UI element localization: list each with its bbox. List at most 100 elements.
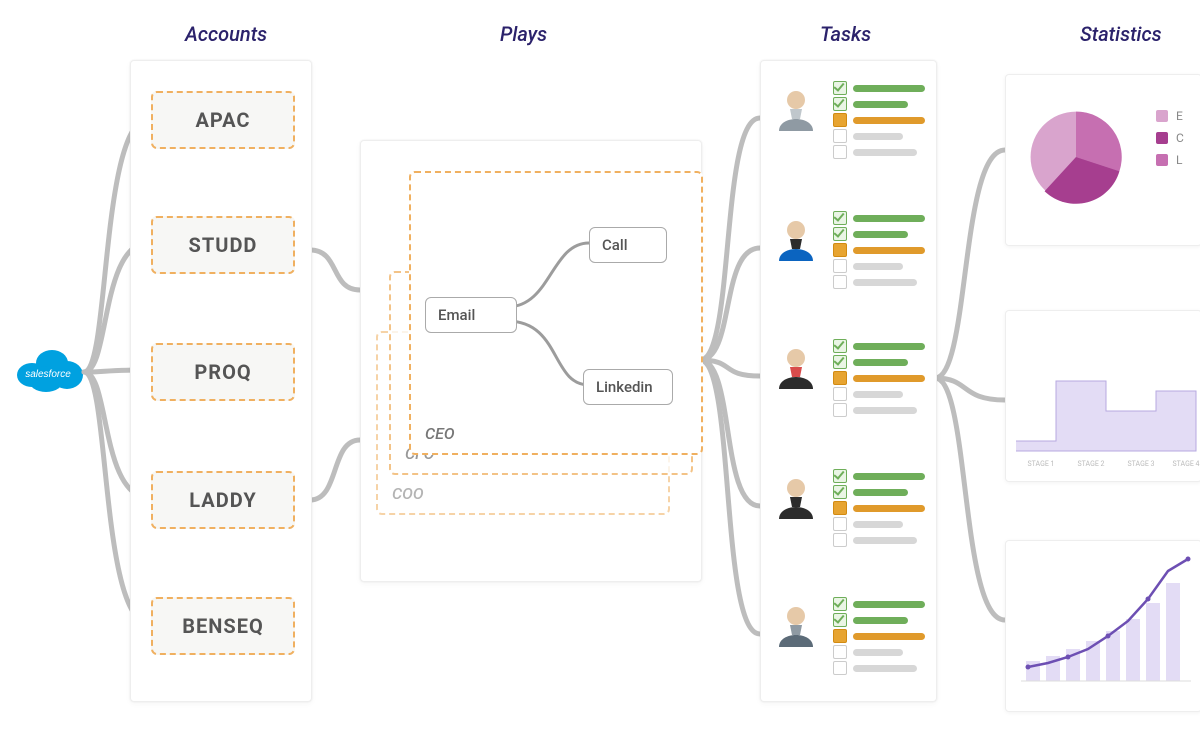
checkbox-done-icon (833, 211, 847, 225)
task-bar (853, 343, 925, 350)
avatar-icon (773, 215, 819, 261)
checkbox-empty-icon (833, 403, 847, 417)
task-line (833, 487, 925, 497)
task-checklist (833, 213, 925, 293)
task-line (833, 99, 925, 109)
task-bar (853, 537, 917, 544)
task-bar (853, 601, 925, 608)
task-bar (853, 231, 908, 238)
avatar-icon (773, 473, 819, 519)
task-bar (853, 391, 903, 398)
task-bar (853, 505, 925, 512)
task-person[interactable] (771, 211, 926, 311)
header-tasks: Tasks (820, 22, 871, 46)
task-line (833, 471, 925, 481)
accounts-panel: APAC STUDD PROQ LADDY BENSEQ (130, 60, 312, 702)
checkbox-empty-icon (833, 645, 847, 659)
account-item[interactable]: BENSEQ (151, 597, 295, 655)
checkbox-pending-icon (833, 113, 847, 127)
svg-text:STAGE 3: STAGE 3 (1127, 460, 1154, 468)
checkbox-empty-icon (833, 275, 847, 289)
task-bar (853, 633, 925, 640)
checkbox-done-icon (833, 613, 847, 627)
svg-text:STAGE 2: STAGE 2 (1077, 460, 1104, 468)
svg-text:salesforce: salesforce (25, 369, 71, 380)
checkbox-done-icon (833, 469, 847, 483)
header-plays: Plays (500, 22, 547, 46)
checkbox-done-icon (833, 355, 847, 369)
task-bar (853, 263, 903, 270)
stat-card-pie[interactable]: E C L (1005, 74, 1200, 246)
checkbox-empty-icon (833, 129, 847, 143)
play-node-email[interactable]: Email (425, 297, 517, 333)
task-bar (853, 101, 908, 108)
task-checklist (833, 471, 925, 551)
play-role-label: CEO (425, 424, 455, 443)
task-line (833, 373, 925, 383)
task-line (833, 277, 925, 287)
play-node-call[interactable]: Call (589, 227, 667, 263)
play-node-linkedin[interactable]: Linkedin (583, 369, 673, 405)
task-bar (853, 617, 908, 624)
play-card-ceo[interactable]: Email Call Linkedin CEO (409, 171, 703, 455)
task-bar (853, 489, 908, 496)
tasks-panel (760, 60, 937, 702)
task-line (833, 389, 925, 399)
task-line (833, 147, 925, 157)
task-person[interactable] (771, 469, 926, 569)
task-line (833, 229, 925, 239)
checkbox-pending-icon (833, 629, 847, 643)
trend-chart-icon (1006, 541, 1200, 711)
account-item[interactable]: PROQ (151, 343, 295, 401)
task-line (833, 647, 925, 657)
task-bar (853, 665, 917, 672)
legend-item: C (1156, 131, 1184, 145)
svg-text:STAGE 4: STAGE 4 (1172, 460, 1199, 468)
task-line (833, 519, 925, 529)
pie-chart-icon (1016, 97, 1136, 217)
header-statistics: Statistics (1080, 22, 1162, 46)
stat-card-stages[interactable]: STAGE 1 STAGE 2 STAGE 3 STAGE 4 (1005, 310, 1200, 482)
task-line (833, 503, 925, 513)
account-item[interactable]: LADDY (151, 471, 295, 529)
header-accounts: Accounts (185, 22, 267, 46)
avatar-icon (773, 601, 819, 647)
task-person[interactable] (771, 81, 926, 181)
avatar-icon (773, 85, 819, 131)
avatar-icon (773, 343, 819, 389)
checkbox-pending-icon (833, 501, 847, 515)
task-person[interactable] (771, 339, 926, 439)
task-line (833, 83, 925, 93)
account-item[interactable]: APAC (151, 91, 295, 149)
task-bar (853, 149, 917, 156)
area-chart-icon: STAGE 1 STAGE 2 STAGE 3 STAGE 4 (1006, 311, 1200, 481)
checkbox-done-icon (833, 597, 847, 611)
stat-card-trend[interactable] (1005, 540, 1200, 712)
task-bar (853, 117, 925, 124)
task-bar (853, 407, 917, 414)
checkbox-done-icon (833, 485, 847, 499)
task-bar (853, 85, 925, 92)
task-line (833, 357, 925, 367)
task-line (833, 115, 925, 125)
task-line (833, 245, 925, 255)
task-line (833, 405, 925, 415)
task-checklist (833, 83, 925, 163)
task-bar (853, 247, 925, 254)
task-bar (853, 359, 908, 366)
task-line (833, 535, 925, 545)
task-bar (853, 649, 903, 656)
checkbox-pending-icon (833, 243, 847, 257)
task-line (833, 631, 925, 641)
account-item[interactable]: STUDD (151, 216, 295, 274)
task-bar (853, 133, 903, 140)
task-line (833, 599, 925, 609)
checkbox-empty-icon (833, 259, 847, 273)
task-person[interactable] (771, 597, 926, 697)
checkbox-empty-icon (833, 533, 847, 547)
task-bar (853, 279, 917, 286)
task-bar (853, 521, 903, 528)
checkbox-pending-icon (833, 371, 847, 385)
checkbox-empty-icon (833, 517, 847, 531)
checkbox-done-icon (833, 97, 847, 111)
